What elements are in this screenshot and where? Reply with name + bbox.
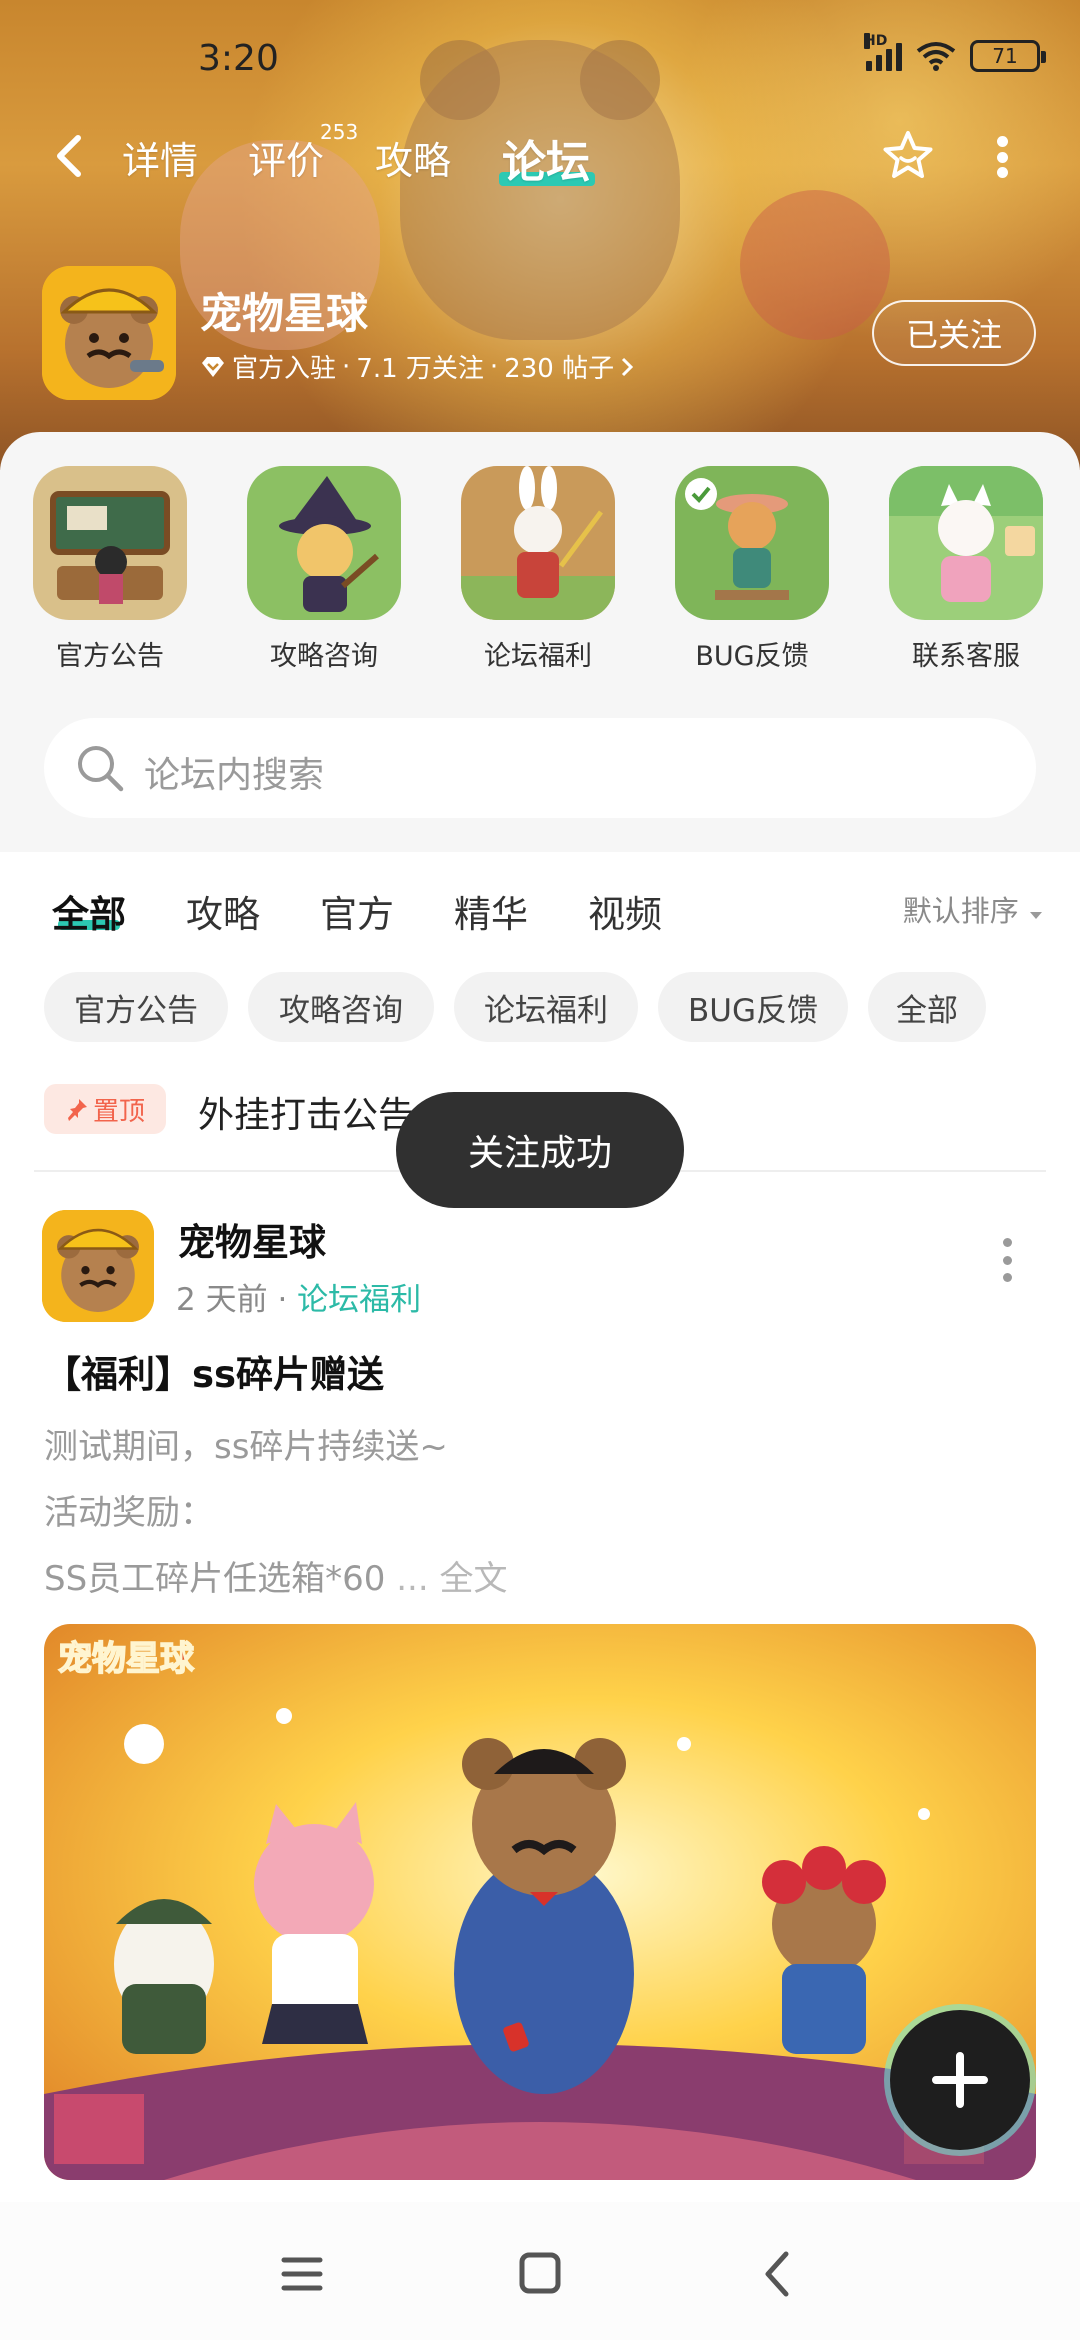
banner-clown-illustration (740, 190, 890, 340)
verified-diamond-icon (202, 356, 224, 377)
pinned-badge-label: 置顶 (92, 1096, 145, 1127)
quick-link-guide-consult[interactable]: 攻略咨询 (234, 466, 414, 673)
follow-button[interactable]: 已关注 (872, 300, 1036, 366)
tab-details[interactable]: 详情 (122, 130, 198, 185)
quick-link-forum-benefits[interactable]: 论坛福利 (448, 466, 628, 673)
forum-tab-official[interactable]: 官方 (320, 884, 394, 938)
game-meta-row[interactable]: 官方入驻 · 7.1 万关注 · 230 帖子 (200, 348, 634, 385)
favorite-star-icon[interactable] (880, 128, 936, 184)
post-ellipsis: ... (396, 1559, 429, 1599)
forum-tab-videos[interactable]: 视频 (588, 884, 662, 938)
post-author-avatar[interactable] (42, 1210, 154, 1322)
top-navigation: 详情 评价 253 攻略 论坛 (0, 110, 1080, 200)
quick-link-customer-service[interactable]: 联系客服 (876, 466, 1056, 673)
posts-count: 230 帖子 (504, 354, 615, 384)
search-placeholder: 论坛内搜索 (144, 755, 325, 796)
game-title: 宠物星球 (200, 289, 369, 338)
reviews-count-badge: 253 (320, 120, 359, 144)
toast-message: 关注成功 (396, 1092, 684, 1208)
post-meta: 2 天前 · 论坛福利 (176, 1274, 421, 1319)
post-excerpt-last: SS员工碎片任选箱*60 (44, 1559, 386, 1599)
post-image[interactable]: 宠物星球 (44, 1624, 1036, 2180)
meta-dot: · (342, 351, 351, 382)
tab-guides[interactable]: 攻略 (375, 130, 451, 185)
game-logo (42, 266, 176, 400)
forum-tab-featured[interactable]: 精华 (454, 884, 528, 938)
post-excerpt-line: 测试期间，ss碎片持续送~ (44, 1427, 448, 1467)
quick-links-card: 官方公告 攻略咨询 论坛福利 BUG反馈 联系客服 论坛内搜索 (0, 432, 1080, 852)
farmer-cat-icon (675, 466, 829, 620)
pinned-title: 外挂打击公告 (198, 1095, 415, 1136)
post-title[interactable]: 【福利】ss碎片赠送 (44, 1344, 384, 1398)
filter-chip-forum-benefits[interactable]: 论坛福利 (454, 972, 638, 1042)
tab-reviews[interactable]: 评价 (248, 130, 324, 185)
forum-tab-all[interactable]: 全部 (52, 884, 126, 938)
filter-chip-bug-report[interactable]: BUG反馈 (658, 972, 848, 1042)
battery-icon: 71 (970, 40, 1046, 72)
meta-dot: · (277, 1282, 298, 1318)
pinned-badge: 置顶 (44, 1084, 166, 1134)
sort-label: 默认排序 (902, 894, 1019, 928)
tab-forum[interactable]: 论坛 (502, 126, 590, 190)
wifi-icon (916, 42, 956, 71)
game-header-banner: 3:20 HD 71 详情 评价 253 攻略 论坛 宠物星球 官方入驻 · 7… (0, 0, 1080, 470)
status-indicators: HD 71 (864, 33, 1046, 72)
quick-link-label: 论坛福利 (484, 641, 592, 672)
signal-icon: HD (864, 33, 902, 71)
quick-link-label: 官方公告 (56, 641, 164, 672)
forum-tab-guides[interactable]: 攻略 (186, 884, 260, 938)
quick-link-label: 联系客服 (912, 641, 1020, 672)
filter-chip-announcements[interactable]: 官方公告 (44, 972, 228, 1042)
witch-cat-icon (247, 466, 401, 620)
rabbit-magician-icon (461, 466, 615, 620)
search-icon (78, 746, 124, 792)
quick-link-label: 攻略咨询 (270, 641, 378, 672)
verified-label: 官方入驻 (232, 354, 337, 384)
filter-chip-guide-consult[interactable]: 攻略咨询 (248, 972, 434, 1042)
post-more-options-icon[interactable] (1000, 1238, 1014, 1282)
post-excerpt-line: 活动奖励： (44, 1493, 214, 1533)
status-time: 3:20 (198, 38, 279, 79)
meta-dot: · (489, 351, 499, 382)
quick-link-label: BUG反馈 (695, 641, 809, 672)
system-navigation-bar (0, 2202, 1080, 2340)
pin-icon (67, 1099, 87, 1121)
announcement-board-icon (33, 466, 187, 620)
network-type: HD (864, 33, 888, 49)
post-image-logo: 宠物星球 (58, 1639, 195, 1679)
read-full-text-link[interactable]: 全文 (440, 1559, 508, 1599)
battery-level: 71 (992, 44, 1018, 68)
system-back-icon[interactable] (748, 2246, 808, 2302)
home-icon[interactable] (510, 2246, 570, 2302)
back-arrow-icon[interactable] (50, 132, 90, 180)
post-author-name[interactable]: 宠物星球 (178, 1212, 326, 1266)
plus-icon (932, 2052, 988, 2108)
forum-feed: 全部 攻略 官方 精华 视频 默认排序 官方公告 攻略咨询 论坛福利 BUG反馈… (0, 852, 1080, 2202)
post-time: 2 天前 (176, 1282, 268, 1318)
menu-icon[interactable] (272, 2246, 332, 2302)
sort-dropdown[interactable]: 默认排序 (903, 888, 1044, 930)
chevron-right-icon (622, 357, 634, 376)
post-category-link[interactable]: 论坛福利 (297, 1282, 421, 1318)
quick-link-announcements[interactable]: 官方公告 (20, 466, 200, 673)
followers-count: 7.1 万关注 (356, 354, 484, 384)
forum-search-input[interactable]: 论坛内搜索 (44, 718, 1036, 818)
post-excerpt-line: SS员工碎片任选箱*60 ... 全文 (44, 1546, 508, 1612)
more-options-icon[interactable] (995, 136, 1009, 178)
create-post-button[interactable] (890, 2010, 1030, 2150)
white-cat-icon (889, 466, 1043, 620)
filter-chip-all[interactable]: 全部 (868, 972, 986, 1042)
quick-link-bug-report[interactable]: BUG反馈 (662, 466, 842, 673)
post-excerpt[interactable]: 测试期间，ss碎片持续送~ 活动奖励： SS员工碎片任选箱*60 ... 全文 (44, 1414, 508, 1612)
caret-down-icon (1030, 912, 1042, 919)
